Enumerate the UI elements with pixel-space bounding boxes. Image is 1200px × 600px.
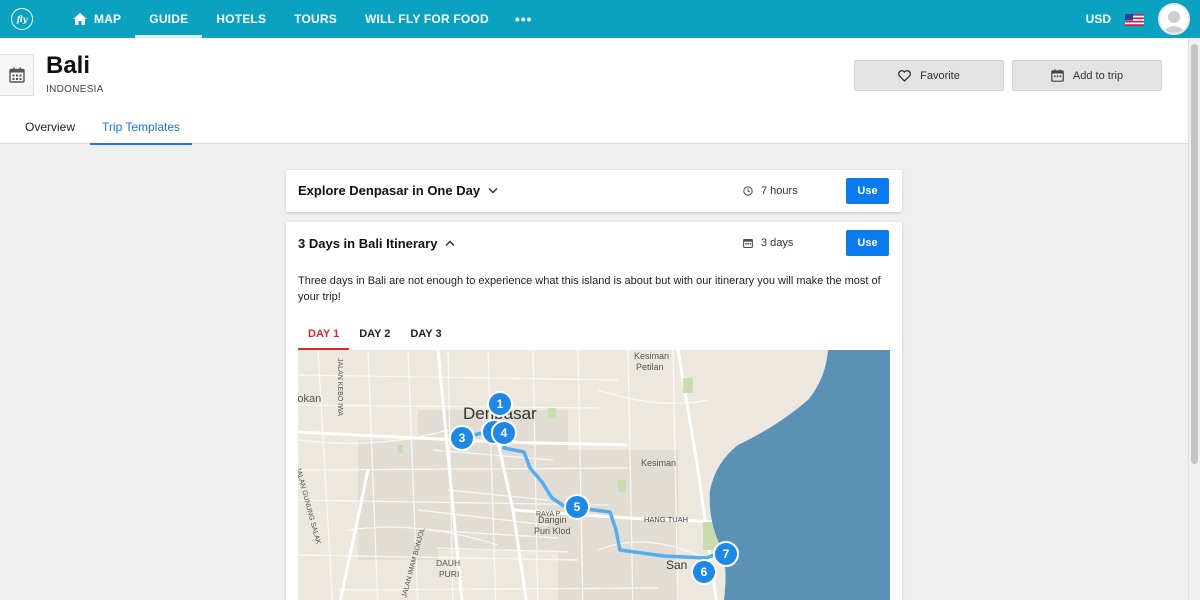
- calendar-icon: [743, 238, 753, 248]
- scrollbar-thumb[interactable]: [1191, 44, 1198, 464]
- favorite-label: Favorite: [920, 69, 960, 82]
- page-scrollbar[interactable]: [1188, 38, 1200, 600]
- clock-icon: [743, 186, 753, 196]
- nav-tours[interactable]: TOURS: [280, 0, 351, 38]
- calendar-toggle[interactable]: [0, 54, 34, 96]
- map-label-puri: PURI: [439, 569, 459, 579]
- map-road-raya-p: RAYA P: [536, 511, 561, 518]
- map-marker-1[interactable]: 1: [487, 391, 513, 417]
- page-subtitle: INDONESIA: [46, 84, 104, 95]
- user-avatar[interactable]: [1158, 3, 1190, 35]
- calendar-icon: [8, 67, 25, 83]
- use-button[interactable]: Use: [846, 178, 889, 204]
- map-marker-6[interactable]: 6: [691, 559, 717, 585]
- chevron-up-icon[interactable]: [445, 240, 455, 247]
- map-marker-7[interactable]: 7: [713, 541, 739, 567]
- map-label-petilan: Petilan: [636, 362, 664, 372]
- trip-description: Three days in Bali are not enough to exp…: [298, 275, 881, 303]
- top-nav: fly MAP GUIDE HOTELS TOURS WILL FLY FOR …: [0, 0, 1200, 38]
- map-road-hang-tuah: HANG TUAH: [644, 515, 688, 524]
- user-silhouette-icon: [1162, 11, 1186, 33]
- page-header: Bali INDONESIA Favorite Add to trip Over…: [0, 38, 1188, 145]
- svg-text:1: 1: [497, 397, 504, 411]
- calendar-icon: [1051, 69, 1064, 82]
- map-road-kebo-iwa: JALAN KEBO IWA: [336, 358, 343, 416]
- add-to-trip-button[interactable]: Add to trip: [1012, 60, 1162, 91]
- tab-day-1[interactable]: DAY 1: [298, 318, 350, 350]
- trip-template-title[interactable]: 3 Days in Bali Itinerary: [298, 236, 455, 251]
- use-button[interactable]: Use: [846, 230, 889, 256]
- nav-map-label: MAP: [94, 12, 122, 26]
- us-flag-icon[interactable]: [1125, 13, 1144, 26]
- currency-selector[interactable]: USD: [1086, 12, 1111, 26]
- svg-text:3: 3: [459, 431, 466, 445]
- nav-will-fly-for-food[interactable]: WILL FLY FOR FOOD: [351, 0, 503, 38]
- favorite-button[interactable]: Favorite: [854, 60, 1004, 91]
- trip-template-card: Explore Denpasar in One Day 7 hours Use: [286, 170, 902, 212]
- home-icon: [73, 13, 87, 25]
- nav-hotels-label: HOTELS: [216, 12, 267, 26]
- svg-text:6: 6: [701, 565, 708, 579]
- map-label-kesiman: Kesiman: [641, 458, 676, 468]
- logo-icon[interactable]: fly: [11, 8, 33, 30]
- trip-template-title-text: 3 Days in Bali Itinerary: [298, 236, 438, 251]
- nav-hotels[interactable]: HOTELS: [202, 0, 280, 38]
- nav-right: USD: [1086, 0, 1200, 38]
- chevron-down-icon[interactable]: [488, 187, 498, 194]
- duration-text: 7 hours: [761, 185, 798, 197]
- svg-text:7: 7: [723, 547, 730, 561]
- svg-text:5: 5: [574, 500, 581, 514]
- page-title: Bali: [46, 52, 91, 79]
- nav-wffo-label: WILL FLY FOR FOOD: [364, 12, 489, 26]
- duration-meta: 7 hours: [743, 185, 798, 197]
- header-tabs: Overview Trip Templates: [0, 110, 193, 145]
- trip-template-card-expanded: 3 Days in Bali Itinerary 3 days Use Thre…: [286, 222, 902, 600]
- tab-day-2[interactable]: DAY 2: [349, 318, 400, 350]
- nav-map[interactable]: MAP: [59, 0, 135, 38]
- map-marker-3[interactable]: 3: [449, 425, 475, 451]
- more-menu-button[interactable]: •••: [503, 11, 545, 27]
- map-label-pokan: Pokan: [298, 393, 321, 405]
- tab-day-3[interactable]: DAY 3: [400, 318, 451, 350]
- itinerary-map[interactable]: Pokan Denpasar Kesiman Petilan Kesiman D…: [298, 350, 890, 600]
- duration-meta: 3 days: [743, 237, 793, 249]
- map-marker-4[interactable]: 4: [491, 420, 517, 446]
- nav-guide[interactable]: GUIDE: [135, 0, 203, 38]
- trip-template-title-text: Explore Denpasar in One Day: [298, 183, 481, 198]
- tab-overview[interactable]: Overview: [0, 110, 87, 144]
- svg-text:4: 4: [501, 426, 508, 440]
- tab-trip-templates[interactable]: Trip Templates: [90, 110, 193, 145]
- heart-icon: [898, 69, 912, 82]
- map-label-puri-klod: Puri Klod: [534, 526, 571, 536]
- nav-guide-label: GUIDE: [149, 12, 189, 26]
- trip-template-title[interactable]: Explore Denpasar in One Day: [298, 183, 498, 198]
- map-marker-5[interactable]: 5: [564, 494, 590, 520]
- nav-tours-label: TOURS: [294, 12, 337, 26]
- map-label-kesiman-petilan: Kesiman: [634, 351, 669, 361]
- map-label-dauh: DAUH: [436, 558, 460, 568]
- map-label-sanur: San: [666, 558, 687, 572]
- add-to-trip-label: Add to trip: [1072, 69, 1124, 82]
- day-tabs: DAY 1 DAY 2 DAY 3: [298, 318, 452, 350]
- map-canvas[interactable]: Pokan Denpasar Kesiman Petilan Kesiman D…: [298, 350, 890, 600]
- duration-text: 3 days: [761, 237, 794, 249]
